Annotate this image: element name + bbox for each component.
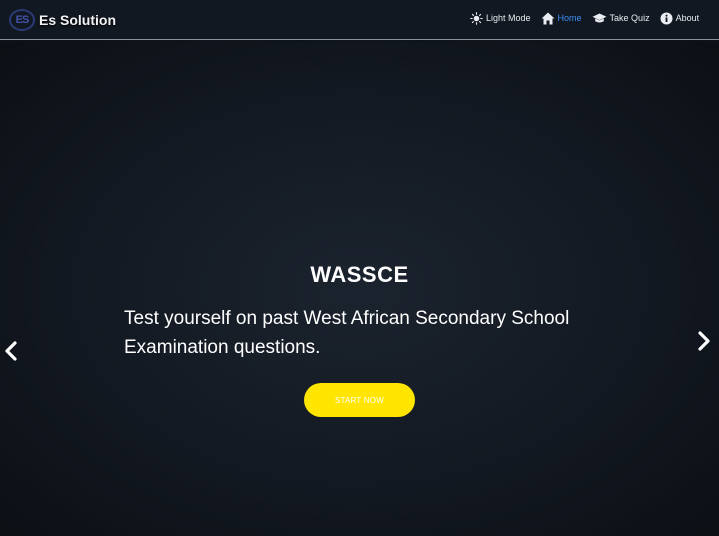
nav-home-label: Home [557,13,582,23]
nav-about-link[interactable]: About [660,12,700,25]
hero-title: WASSCE [310,262,409,287]
info-icon [660,12,673,25]
hero-carousel: WASSCE Test yourself on past West Africa… [0,41,719,536]
start-now-button[interactable]: START NOW [304,383,415,417]
chevron-right-icon [696,331,712,355]
graduation-cap-icon [592,13,607,24]
hero-description: Test yourself on past West African Secon… [124,308,570,358]
brand[interactable]: ES Es Solution [9,8,116,31]
brand-logo: ES [9,8,35,31]
nav-take-quiz-label: Take Quiz [609,13,650,23]
sun-icon [470,11,483,25]
top-navbar: ES Es Solution Light Mode Home Take Quiz… [0,0,719,40]
light-mode-toggle[interactable]: Light Mode [470,11,531,25]
chevron-left-icon [3,341,19,365]
carousel-next-button[interactable] [696,331,712,356]
home-icon [541,12,555,25]
light-mode-label: Light Mode [486,13,531,23]
carousel-prev-button[interactable] [3,341,19,366]
nav-take-quiz-link[interactable]: Take Quiz [592,13,650,24]
nav-links: Light Mode Home Take Quiz About [470,8,699,28]
nav-about-label: About [675,13,700,23]
brand-name: Es Solution [39,11,116,28]
nav-home-link[interactable]: Home [541,12,582,25]
